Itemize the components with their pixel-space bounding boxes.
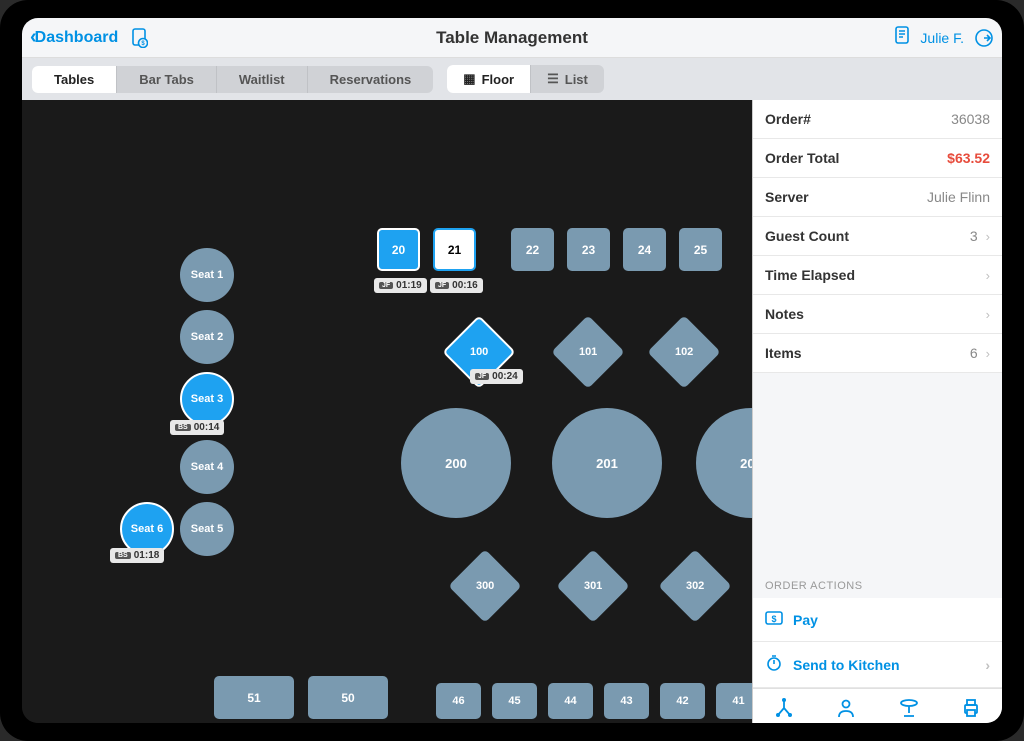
tab-reservations[interactable]: Reservations [308,66,434,93]
actions-header: ORDER ACTIONS [753,570,1002,598]
table-23[interactable]: 23 [567,228,610,271]
row-time-elapsed[interactable]: Time Elapsed › [753,256,1002,295]
table-timer: JF01:19 [374,278,427,293]
app-header: ‹ Dashboard $ Table Management Julie F. [22,18,1002,58]
tab-waitlist[interactable]: Waitlist [217,66,308,93]
row-server: Server Julie Flinn [753,178,1002,217]
seat-seat-2[interactable]: Seat 2 [180,310,234,364]
chevron-right-icon: › [986,229,990,244]
tab-bar-tabs[interactable]: Bar Tabs [117,66,217,93]
row-items[interactable]: Items 6› [753,334,1002,373]
bottom-toolbar [753,688,1002,723]
seat-seat-4[interactable]: Seat 4 [180,440,234,494]
tablet-frame: ‹ Dashboard $ Table Management Julie F. … [0,0,1024,741]
seat-seat-3[interactable]: Seat 3 [180,372,234,426]
tab-floor[interactable]: ▦ Floor [447,65,531,93]
action-send-kitchen[interactable]: Send to Kitchen › [753,642,1002,688]
user-name: Julie F. [920,30,964,46]
floor-plan[interactable]: Seat 1Seat 2Seat 3BS00:14Seat 4Seat 5Sea… [22,100,752,723]
table-302[interactable]: 302 [658,549,732,623]
table-201[interactable]: 201 [552,408,662,518]
seat-seat-1[interactable]: Seat 1 [180,248,234,302]
table-icon[interactable] [898,697,920,719]
table-51[interactable]: 51 [214,676,294,719]
table-200[interactable]: 200 [401,408,511,518]
list-icon: ☰ [547,71,559,87]
nav-tabs: Tables Bar Tabs Waitlist Reservations [32,66,433,93]
action-pay[interactable]: $ Pay [753,598,1002,642]
table-300[interactable]: 300 [448,549,522,623]
row-notes[interactable]: Notes › [753,295,1002,334]
table-20[interactable]: 20 [377,228,420,271]
chevron-right-icon: › [986,307,990,322]
back-button[interactable]: ‹ Dashboard [30,26,118,49]
print-icon[interactable] [960,697,982,719]
table-timer: BS00:14 [170,420,224,435]
panel-spacer [753,373,1002,570]
table-timer: JF00:16 [430,278,483,293]
chevron-right-icon: › [985,657,990,673]
table-301[interactable]: 301 [556,549,630,623]
table-42[interactable]: 42 [660,683,705,719]
timer-icon [765,654,783,675]
table-45[interactable]: 45 [492,683,537,719]
table-46[interactable]: 46 [436,683,481,719]
back-label: Dashboard [35,29,119,47]
receipt-icon[interactable]: $ [130,28,148,48]
table-25[interactable]: 25 [679,228,722,271]
view-tabs: ▦ Floor ☰ List [447,65,604,93]
tab-tables[interactable]: Tables [32,66,117,93]
table-timer: JF00:24 [470,369,523,384]
app-screen: ‹ Dashboard $ Table Management Julie F. … [22,18,1002,723]
person-icon[interactable] [835,697,857,719]
row-guest-count[interactable]: Guest Count 3› [753,217,1002,256]
table-timer: BS01:18 [110,548,164,563]
document-icon[interactable] [894,26,910,49]
split-icon[interactable] [773,697,795,719]
logout-icon[interactable] [974,28,994,48]
tab-list[interactable]: ☰ List [531,65,604,93]
table-101[interactable]: 101 [551,315,625,389]
content-area: Seat 1Seat 2Seat 3BS00:14Seat 4Seat 5Sea… [22,100,1002,723]
table-22[interactable]: 22 [511,228,554,271]
grid-icon: ▦ [463,71,475,87]
table-43[interactable]: 43 [604,683,649,719]
order-panel: ‹ 21 Go To Order# 36038 Order Total $63.… [752,100,1002,723]
chevron-right-icon: › [986,346,990,361]
row-order-number: Order# 36038 [753,100,1002,139]
tab-bar: Tables Bar Tabs Waitlist Reservations ▦ … [22,58,1002,100]
table-41[interactable]: 41 [716,683,752,719]
table-44[interactable]: 44 [548,683,593,719]
table-202[interactable]: 202 [696,408,752,518]
row-order-total: Order Total $63.52 [753,139,1002,178]
svg-text:$: $ [771,614,776,624]
table-102[interactable]: 102 [647,315,721,389]
table-21[interactable]: 21 [433,228,476,271]
header-right: Julie F. [894,26,994,49]
seat-seat-5[interactable]: Seat 5 [180,502,234,556]
page-title: Table Management [436,28,588,48]
table-24[interactable]: 24 [623,228,666,271]
table-50[interactable]: 50 [308,676,388,719]
pay-icon: $ [765,610,783,629]
chevron-right-icon: › [986,268,990,283]
